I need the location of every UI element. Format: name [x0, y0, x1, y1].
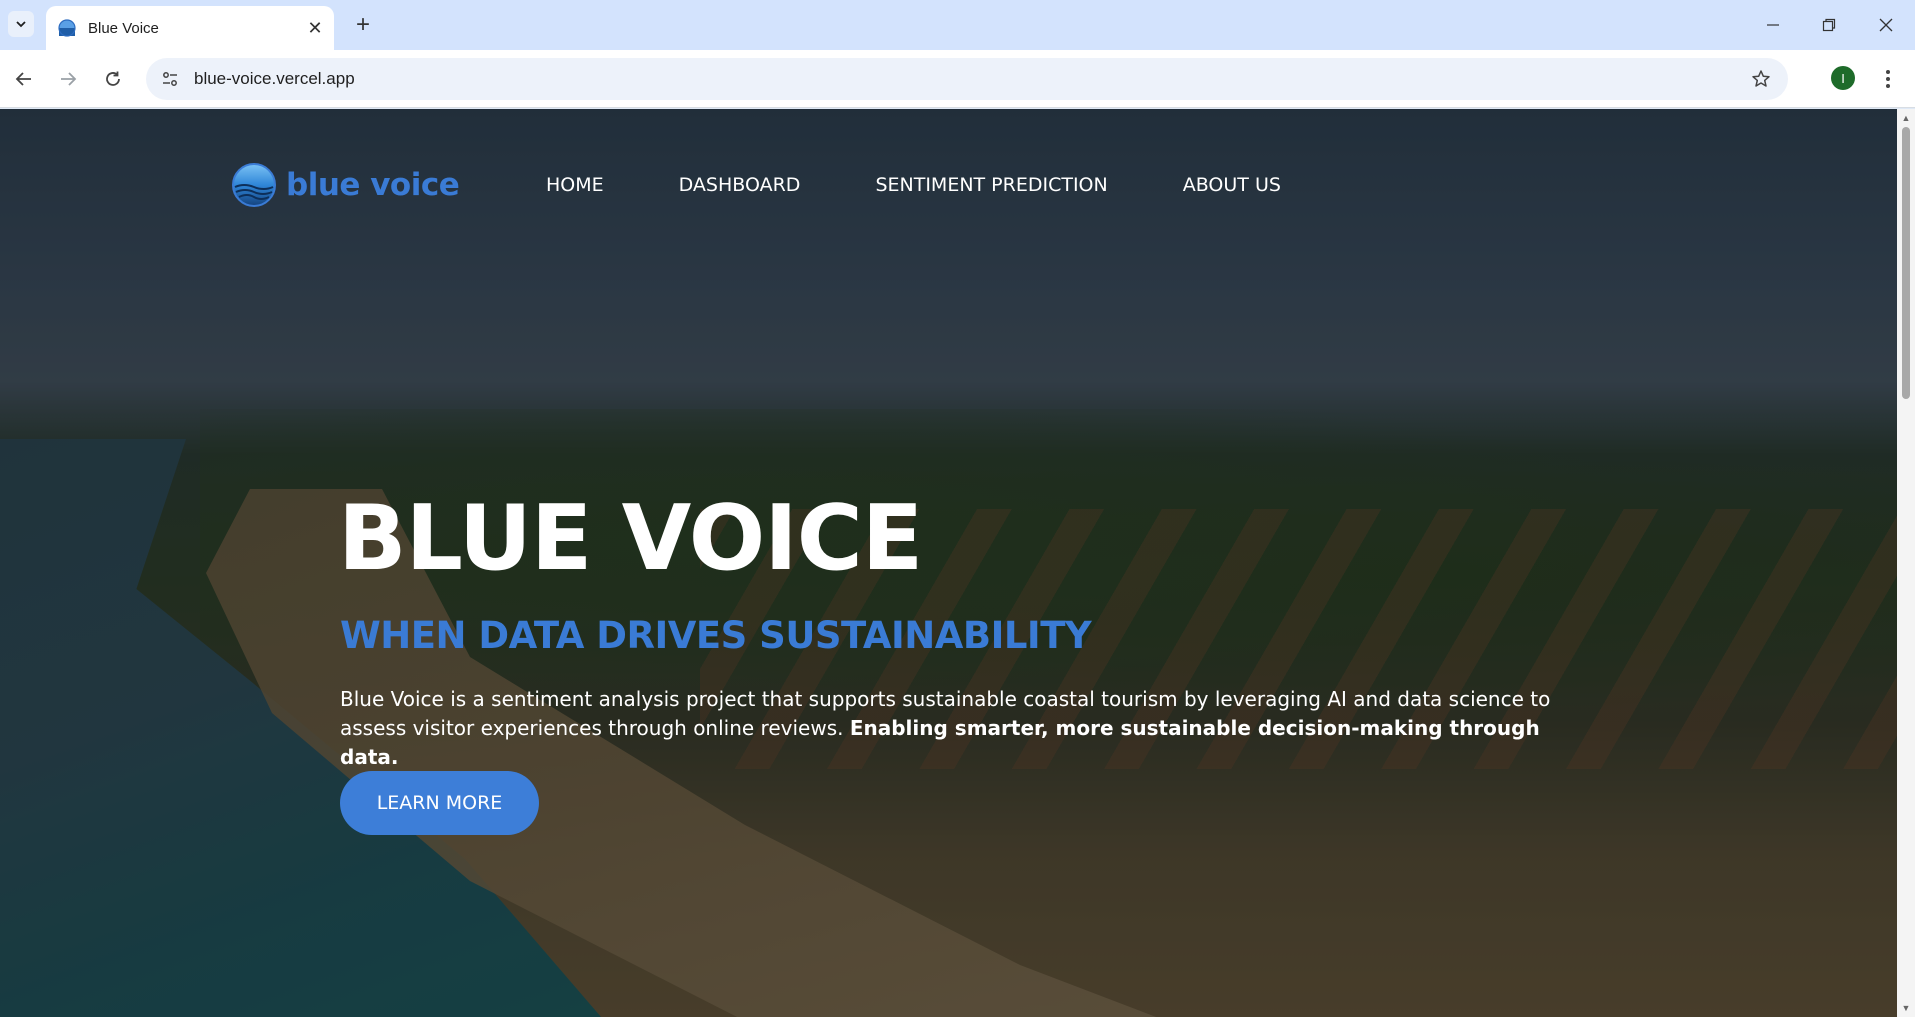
- tab-close-icon[interactable]: ✕: [304, 17, 326, 39]
- reload-icon: [106, 71, 120, 86]
- tab-search-button[interactable]: [8, 11, 34, 37]
- close-window-icon[interactable]: [1871, 10, 1901, 40]
- hero-description: Blue Voice is a sentiment analysis proje…: [340, 685, 1570, 772]
- reload-button[interactable]: [97, 63, 129, 95]
- profile-avatar[interactable]: I: [1831, 66, 1855, 90]
- scroll-thumb[interactable]: [1902, 127, 1910, 399]
- nav-dashboard-link[interactable]: DASHBOARD: [679, 174, 801, 196]
- tab-strip: Blue Voice ✕ +: [0, 0, 1915, 50]
- hero-subtitle: WHEN DATA DRIVES SUSTAINABILITY: [340, 614, 1092, 657]
- blue-voice-logo-icon: [232, 163, 276, 207]
- back-button[interactable]: [8, 63, 40, 95]
- browser-toolbar: blue-voice.vercel.app I: [0, 50, 1915, 108]
- scroll-down-icon[interactable]: ▼: [1901, 1003, 1911, 1013]
- scroll-up-icon[interactable]: ▲: [1901, 113, 1911, 123]
- more-menu-icon[interactable]: [1876, 63, 1900, 95]
- nav-home-link[interactable]: HOME: [546, 174, 604, 196]
- page-viewport: blue voice HOME DASHBOARD SENTIMENT PRED…: [0, 109, 1897, 1017]
- nav-sentiment-prediction-link[interactable]: SENTIMENT PREDICTION: [875, 174, 1107, 196]
- new-tab-button[interactable]: +: [350, 11, 376, 38]
- site-navigation: HOME DASHBOARD SENTIMENT PREDICTION ABOU…: [546, 174, 1281, 196]
- browser-tab[interactable]: Blue Voice ✕: [46, 6, 334, 50]
- url-text[interactable]: blue-voice.vercel.app: [194, 69, 355, 89]
- tab-title: Blue Voice: [88, 19, 159, 37]
- address-bar[interactable]: blue-voice.vercel.app: [146, 58, 1788, 100]
- learn-more-button[interactable]: LEARN MORE: [340, 771, 539, 835]
- nav-about-us-link[interactable]: ABOUT US: [1183, 174, 1281, 196]
- chevron-down-icon: [16, 21, 26, 28]
- page-scrollbar[interactable]: ▲ ▼: [1897, 109, 1915, 1017]
- site-info-icon[interactable]: [156, 65, 184, 93]
- arrow-right-icon: [61, 72, 77, 86]
- bookmark-star-icon[interactable]: [1748, 66, 1774, 92]
- arrow-left-icon: [15, 72, 31, 86]
- restore-icon[interactable]: [1814, 10, 1844, 40]
- hero-title: BLUE VOICE: [338, 486, 923, 591]
- blue-voice-favicon-icon: [58, 19, 76, 37]
- minimize-icon[interactable]: [1758, 10, 1788, 40]
- logo-text: blue voice: [286, 167, 460, 203]
- forward-button[interactable]: [52, 63, 84, 95]
- site-logo[interactable]: blue voice: [230, 161, 460, 209]
